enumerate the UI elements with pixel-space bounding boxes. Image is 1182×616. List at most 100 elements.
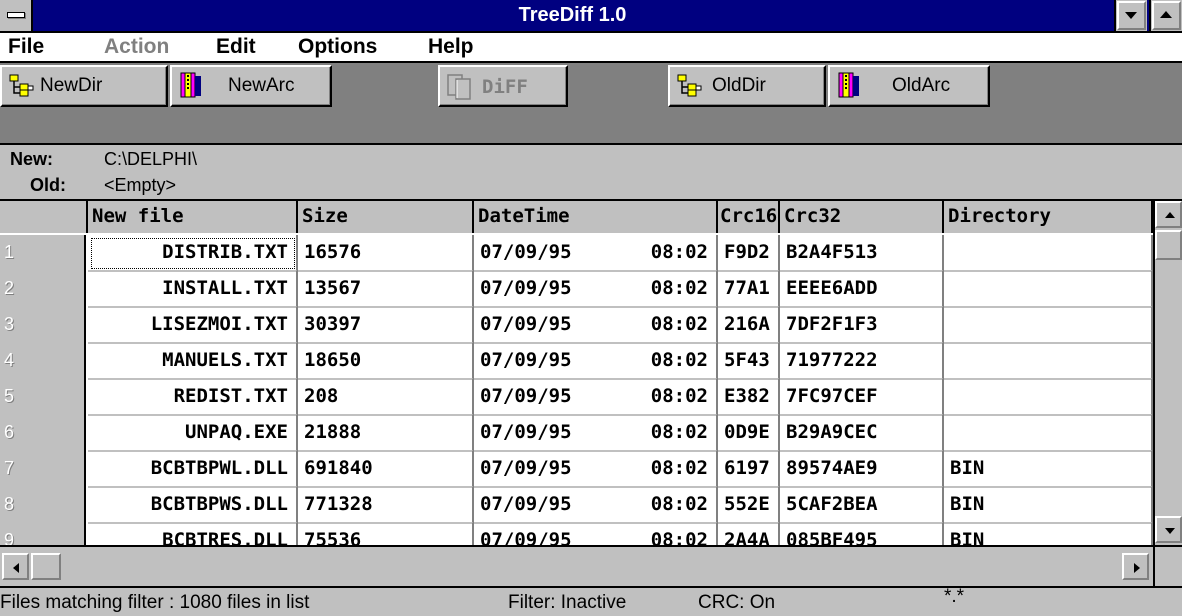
olddir-label: OldDir [712,75,766,96]
cell-size[interactable]: 771328 [298,487,474,524]
cell-crc16[interactable]: 5F43 [718,343,780,380]
horizontal-scroll-thumb[interactable] [31,553,61,580]
column-header-directory[interactable]: Directory [944,201,1153,233]
cell-time[interactable]: 08:02 [602,487,718,524]
cell-file[interactable]: REDIST.TXT [88,379,298,416]
status-crc: CRC: On [698,592,776,613]
column-header-crc16[interactable]: Crc16 [718,201,780,233]
cell-crc32[interactable]: 89574AE9 [780,451,944,488]
cell-date[interactable]: 07/09/95 [474,415,602,452]
diff-button[interactable]: DiFF [438,65,568,107]
menu-help[interactable]: Help [428,33,474,61]
oldarc-button[interactable]: OldArc [828,65,990,107]
cell-crc32[interactable]: 7FC97CEF [780,379,944,416]
newarc-label: NewArc [228,75,295,96]
cell-time[interactable]: 08:02 [602,235,718,272]
column-header-datetime[interactable]: DateTime [474,201,718,233]
vertical-scroll-thumb[interactable] [1155,230,1182,260]
cell-file[interactable]: MANUELS.TXT [88,343,298,380]
old-path-row: Old: <Empty> [0,173,1182,199]
row-number[interactable]: 5 [0,379,86,416]
row-number[interactable]: 3 [0,307,86,344]
scroll-right-button[interactable] [1122,553,1149,580]
scroll-left-button[interactable] [2,553,29,580]
cell-time[interactable]: 08:02 [602,343,718,380]
cell-date[interactable]: 07/09/95 [474,487,602,524]
maximize-button[interactable] [1149,0,1182,31]
cell-crc16[interactable]: 0D9E [718,415,780,452]
row-number[interactable]: 2 [0,271,86,308]
cell-directory[interactable]: BIN [944,487,1153,524]
row-number[interactable]: 7 [0,451,86,488]
cell-directory[interactable] [944,307,1153,344]
cell-date[interactable]: 07/09/95 [474,451,602,488]
newarc-button[interactable]: NewArc [170,65,332,107]
row-number[interactable]: 1 [0,235,86,272]
column-header-size[interactable]: Size [298,201,474,233]
cell-time[interactable]: 08:02 [602,451,718,488]
cell-size[interactable]: 30397 [298,307,474,344]
cell-directory[interactable] [944,235,1153,272]
scroll-up-button[interactable] [1155,201,1182,228]
cell-file[interactable]: BCBTBPWL.DLL [88,451,298,488]
cell-file[interactable]: DISTRIB.TXT [88,235,298,272]
cell-size[interactable]: 16576 [298,235,474,272]
row-number[interactable]: 8 [0,487,86,524]
file-grid[interactable]: New file Size DateTime Crc16 Crc32 Direc… [0,199,1182,588]
cell-crc16[interactable]: E382 [718,379,780,416]
status-file-count: Files matching filter : 1080 files in li… [0,592,310,613]
row-number[interactable]: 4 [0,343,86,380]
cell-date[interactable]: 07/09/95 [474,235,602,272]
cell-crc32[interactable]: 7DF2F1F3 [780,307,944,344]
cell-directory[interactable]: BIN [944,451,1153,488]
cell-crc32[interactable]: EEEE6ADD [780,271,944,308]
cell-directory[interactable] [944,343,1153,380]
cell-date[interactable]: 07/09/95 [474,379,602,416]
menu-file[interactable]: File [8,33,44,61]
cell-crc32[interactable]: B29A9CEC [780,415,944,452]
cell-date[interactable]: 07/09/95 [474,271,602,308]
cell-crc16[interactable]: 77A1 [718,271,780,308]
cell-time[interactable]: 08:02 [602,271,718,308]
cell-crc32[interactable]: B2A4F513 [780,235,944,272]
menu-options[interactable]: Options [298,33,377,61]
cell-time[interactable]: 08:02 [602,379,718,416]
cell-size[interactable]: 13567 [298,271,474,308]
cell-crc32[interactable]: 5CAF2BEA [780,487,944,524]
system-menu-button[interactable] [0,0,33,31]
cell-directory[interactable] [944,415,1153,452]
cell-file[interactable]: UNPAQ.EXE [88,415,298,452]
minimize-button[interactable] [1114,0,1147,31]
column-header-new-file[interactable]: New file [88,201,298,233]
cell-crc16[interactable]: 216A [718,307,780,344]
maximize-icon [1160,11,1172,18]
cell-file[interactable]: INSTALL.TXT [88,271,298,308]
cell-crc32[interactable]: 71977222 [780,343,944,380]
horizontal-scrollbar[interactable] [0,545,1153,586]
olddir-button[interactable]: OldDir [668,65,826,107]
newdir-button[interactable]: NewDir [0,65,168,107]
cell-date[interactable]: 07/09/95 [474,343,602,380]
vertical-scrollbar[interactable] [1153,201,1182,545]
cell-file[interactable]: BCBTBPWS.DLL [88,487,298,524]
scroll-down-button[interactable] [1155,516,1182,543]
newdir-label: NewDir [40,75,103,96]
cell-crc16[interactable]: 6197 [718,451,780,488]
cell-size[interactable]: 208 [298,379,474,416]
cell-time[interactable]: 08:02 [602,307,718,344]
menu-action[interactable]: Action [104,33,169,61]
directory-tree-icon [9,74,34,97]
cell-date[interactable]: 07/09/95 [474,307,602,344]
cell-size[interactable]: 21888 [298,415,474,452]
cell-size[interactable]: 691840 [298,451,474,488]
cell-size[interactable]: 18650 [298,343,474,380]
column-header-crc32[interactable]: Crc32 [780,201,944,233]
cell-directory[interactable] [944,271,1153,308]
menu-edit[interactable]: Edit [216,33,256,61]
row-number[interactable]: 6 [0,415,86,452]
cell-directory[interactable] [944,379,1153,416]
cell-file[interactable]: LISEZMOI.TXT [88,307,298,344]
cell-crc16[interactable]: F9D2 [718,235,780,272]
cell-crc16[interactable]: 552E [718,487,780,524]
cell-time[interactable]: 08:02 [602,415,718,452]
